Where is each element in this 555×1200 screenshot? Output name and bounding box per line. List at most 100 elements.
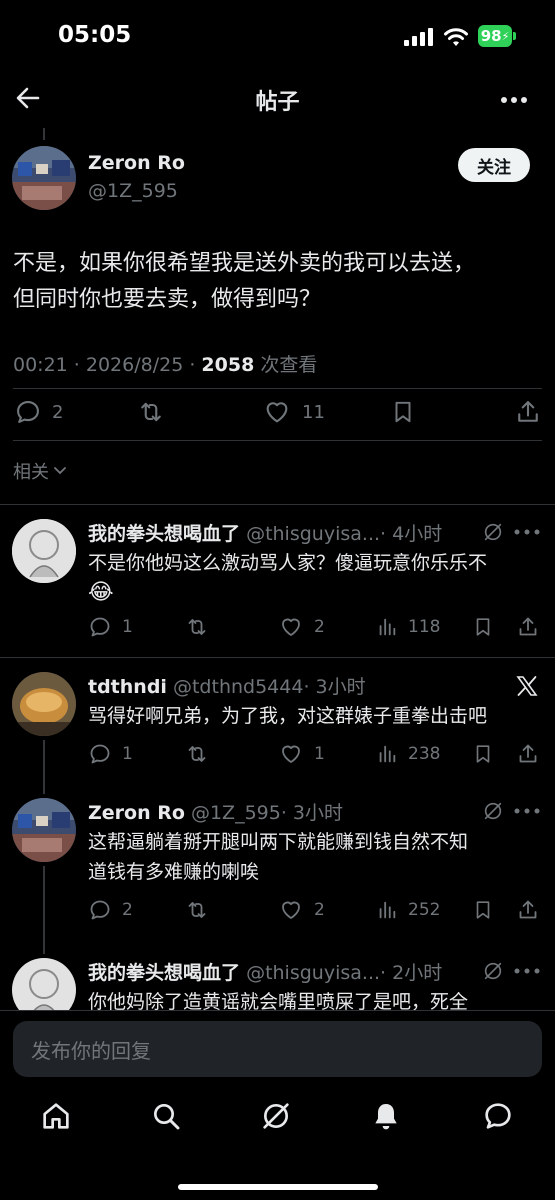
- repost-button[interactable]: [184, 898, 210, 922]
- reply-item[interactable]: 我的拳头想喝血了 @thisguyisa...· 2小时 你他妈除了造黄谣就会嘴…: [0, 944, 555, 1010]
- status-time: 05:05: [58, 22, 132, 48]
- like-button[interactable]: 2: [278, 898, 325, 922]
- bookmark-button[interactable]: [472, 898, 494, 922]
- repost-button[interactable]: [136, 398, 166, 426]
- reply-button[interactable]: 1: [88, 615, 133, 639]
- like-button[interactable]: 11: [262, 398, 325, 426]
- views-button[interactable]: 118: [376, 615, 440, 639]
- reply-input[interactable]: 发布你的回复: [13, 1021, 542, 1077]
- repost-button[interactable]: [184, 615, 210, 639]
- related-toggle[interactable]: 相关: [13, 458, 67, 484]
- bookmark-button[interactable]: [472, 742, 494, 766]
- battery-icon: 98 ⚡: [478, 25, 512, 47]
- view-count: 2058: [201, 354, 255, 376]
- reply-button[interactable]: 1: [88, 742, 133, 766]
- battery-level: 98: [480, 27, 502, 45]
- chevron-down-icon: [54, 467, 66, 475]
- repost-icon: [188, 902, 206, 918]
- views-button[interactable]: 252: [376, 898, 440, 922]
- bookmark-icon: [476, 901, 490, 919]
- reply-author-handle[interactable]: @thisguyisa...: [246, 962, 380, 984]
- reply-input-placeholder: 发布你的回复: [31, 1038, 151, 1063]
- reply-time: · 4小时: [380, 523, 443, 545]
- share-button[interactable]: [514, 398, 542, 426]
- tab-messages[interactable]: [482, 1100, 514, 1132]
- repost-button[interactable]: [184, 742, 210, 766]
- avatar[interactable]: [12, 958, 76, 1010]
- avatar[interactable]: [12, 672, 76, 736]
- reply-time: · 3小时: [280, 802, 344, 824]
- follow-button[interactable]: 关注: [458, 148, 530, 182]
- author-name[interactable]: Zeron Ro: [88, 152, 185, 174]
- reply-text-line2: 道钱有多难赚的喇唉: [88, 861, 260, 883]
- wifi-icon: [444, 27, 468, 47]
- grok-icon[interactable]: [482, 960, 504, 982]
- reply-text: 这帮逼躺着掰开腿叫两下就能赚到钱自然不知 道钱有多难赚的喇唉: [88, 827, 468, 887]
- more-icon[interactable]: [514, 968, 540, 974]
- grok-icon[interactable]: [482, 521, 504, 543]
- reply-item[interactable]: 我的拳头想喝血了 @thisguyisa...· 4小时 不是你他妈这么激动骂人…: [0, 505, 555, 655]
- like-count: 2: [314, 617, 325, 637]
- tab-home[interactable]: [40, 1100, 72, 1132]
- reply-icon: [17, 401, 39, 423]
- more-icon[interactable]: [514, 808, 540, 814]
- like-count: 1: [314, 744, 325, 764]
- reply-author-name[interactable]: 我的拳头想喝血了: [88, 962, 240, 984]
- reply-text: 不是你他妈这么激动骂人家？傻逼玩意你乐乐不 😂: [88, 548, 548, 608]
- share-button[interactable]: [516, 742, 540, 766]
- tab-bar: [0, 1090, 555, 1200]
- heart-icon: [282, 618, 300, 636]
- follow-label: 关注: [477, 157, 511, 178]
- more-options-button[interactable]: [500, 96, 528, 104]
- avatar[interactable]: [12, 146, 76, 210]
- reply-header: tdthndi @tdthnd5444· 3小时: [88, 672, 366, 699]
- bookmark-button[interactable]: [472, 615, 494, 639]
- reply-author-handle[interactable]: @tdthnd5444: [173, 676, 303, 698]
- divider: [13, 440, 542, 441]
- reply-author-handle[interactable]: @1Z_595: [191, 802, 281, 824]
- home-icon: [43, 1103, 69, 1129]
- post-text: 不是，如果你很希望我是送外卖的我可以去送， 但同时你也要去卖，做得到吗？: [13, 246, 475, 318]
- view-count: 238: [408, 744, 441, 764]
- avatar[interactable]: [12, 519, 76, 583]
- reply-author-name[interactable]: tdthndi: [88, 676, 167, 698]
- reply-button[interactable]: 2: [88, 898, 133, 922]
- share-button[interactable]: [516, 615, 540, 639]
- post-meta: 00:21 · 2026/8/25 · 2058 次查看: [13, 350, 317, 377]
- reply-item[interactable]: tdthndi @tdthnd5444· 3小时 骂得好啊兄弟，为了我，对这群婊…: [0, 658, 555, 788]
- reply-author-name[interactable]: 我的拳头想喝血了: [88, 523, 240, 545]
- like-button[interactable]: 2: [278, 615, 325, 639]
- more-icon[interactable]: [514, 529, 540, 535]
- grok-icon: [263, 1103, 289, 1129]
- cellular-signal-icon: [404, 28, 434, 46]
- bookmark-icon: [476, 618, 490, 636]
- like-button[interactable]: 1: [278, 742, 325, 766]
- reply-time: · 2小时: [380, 962, 443, 984]
- avatar[interactable]: [12, 798, 76, 862]
- tab-search[interactable]: [150, 1100, 182, 1132]
- grok-icon[interactable]: [482, 800, 504, 822]
- reply-header: Zeron Ro @1Z_595· 3小时: [88, 798, 343, 825]
- author-handle[interactable]: @1Z_595: [88, 180, 178, 202]
- views-icon: [379, 618, 396, 636]
- reply-count: 1: [122, 744, 133, 764]
- tab-notifications[interactable]: [370, 1100, 402, 1132]
- tab-grok[interactable]: [260, 1100, 292, 1132]
- reply-count: 2: [122, 900, 133, 920]
- repost-icon: [188, 619, 206, 635]
- reply-author-handle[interactable]: @thisguyisa...: [246, 523, 380, 545]
- like-count: 11: [302, 401, 325, 423]
- reply-author-name[interactable]: Zeron Ro: [88, 802, 185, 824]
- status-bar: 05:05 98 ⚡: [0, 0, 555, 70]
- views-button[interactable]: 238: [376, 742, 440, 766]
- reply-text-line1: 不是你他妈这么激动骂人家？傻逼玩意你乐乐不: [88, 552, 488, 574]
- view-count: 252: [408, 900, 441, 920]
- composer-bar: 发布你的回复: [0, 1010, 555, 1091]
- reply-icon: [90, 744, 110, 764]
- reply-button[interactable]: 2: [14, 398, 63, 426]
- like-count: 2: [314, 900, 325, 920]
- repost-icon: [141, 402, 161, 422]
- reply-item[interactable]: Zeron Ro @1Z_595· 3小时 这帮逼躺着掰开腿叫两下就能赚到钱自然…: [0, 784, 555, 944]
- bookmark-button[interactable]: [390, 398, 416, 426]
- share-button[interactable]: [516, 898, 540, 922]
